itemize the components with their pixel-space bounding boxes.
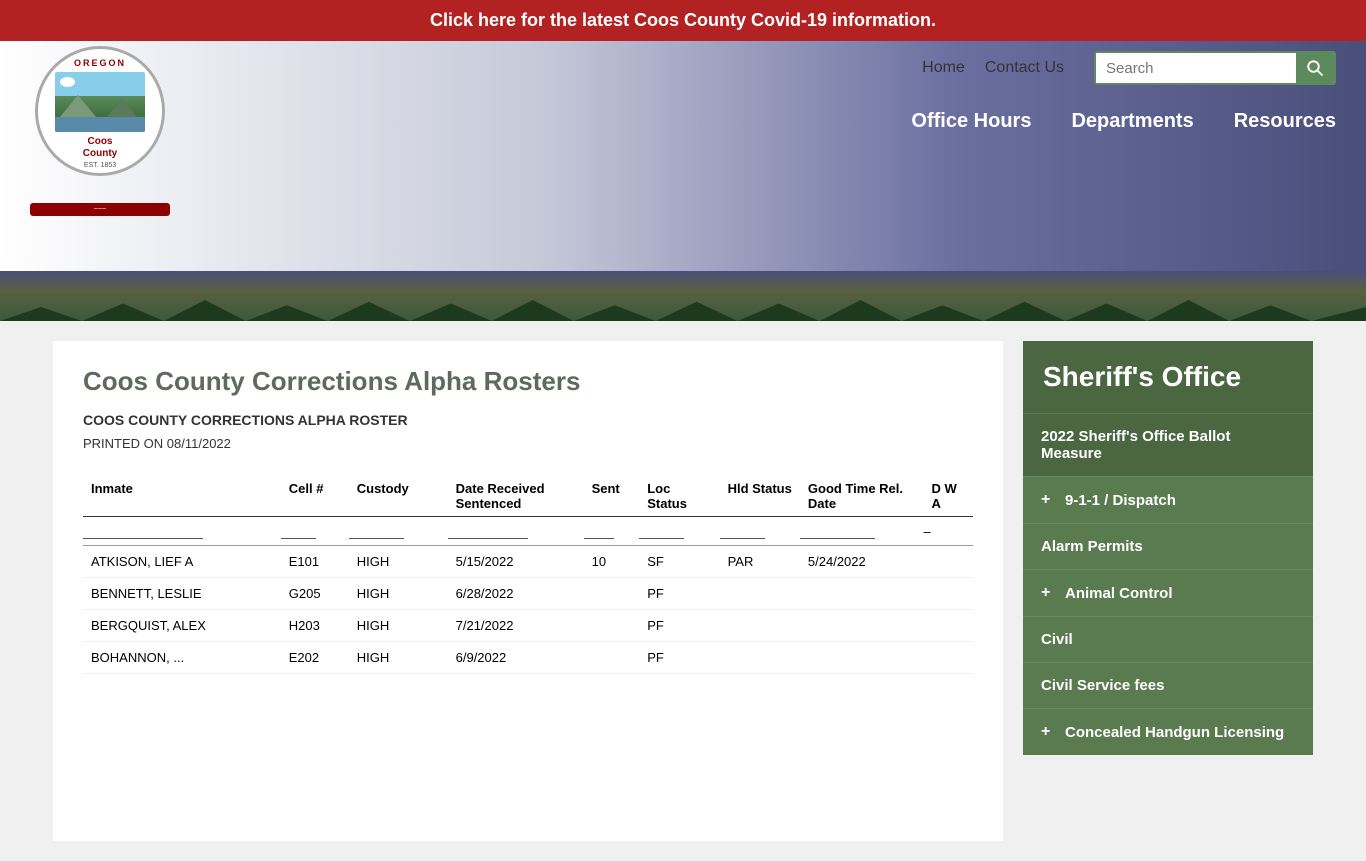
table-cell bbox=[584, 610, 640, 642]
table-cell: PF bbox=[639, 642, 719, 674]
table-row: BERGQUIST, ALEXH203HIGH7/21/2022 PF bbox=[83, 610, 973, 642]
scenic-bar bbox=[0, 271, 1366, 321]
printed-on: PRINTED ON 08/11/2022 bbox=[83, 436, 973, 451]
table-cell: ATKISON, LIEF A bbox=[83, 546, 281, 578]
table-cell bbox=[720, 642, 800, 674]
table-cell: BENNETT, LESLIE bbox=[83, 578, 281, 610]
table-cell bbox=[720, 610, 800, 642]
table-row: BOHANNON, ...E202HIGH6/9/2022 PF bbox=[83, 642, 973, 674]
sidebar-item-4[interactable]: Civil bbox=[1023, 616, 1313, 662]
plus-icon: + bbox=[1041, 723, 1057, 741]
bottom-nav: Office Hours Departments Resources bbox=[30, 95, 1336, 143]
table-row: BENNETT, LESLIEG205HIGH6/28/2022 PF bbox=[83, 578, 973, 610]
table-cell: E101 bbox=[281, 546, 349, 578]
sidebar-item-label: 9-1-1 / Dispatch bbox=[1065, 492, 1176, 509]
logo-est: EST. 1853 bbox=[84, 162, 116, 169]
plus-icon: + bbox=[1041, 584, 1057, 602]
table-cell: 6/28/2022 bbox=[448, 578, 584, 610]
logo-oregon: OREGON bbox=[74, 58, 126, 68]
table-cell bbox=[584, 578, 640, 610]
table-cell bbox=[800, 642, 924, 674]
sidebar-item-label: Animal Control bbox=[1065, 585, 1173, 602]
table-cell bbox=[924, 610, 973, 642]
col-loc: Loc Status bbox=[639, 476, 719, 517]
sidebar-item-6[interactable]: + Concealed Handgun Licensing bbox=[1023, 708, 1313, 755]
sidebar-item-0[interactable]: 2022 Sheriff's Office Ballot Measure bbox=[1023, 413, 1313, 476]
home-link[interactable]: Home bbox=[922, 59, 965, 77]
sidebar-item-label: Alarm Permits bbox=[1041, 538, 1143, 555]
search-container bbox=[1094, 51, 1336, 85]
col-sent: Sent bbox=[584, 476, 640, 517]
table-cell: PF bbox=[639, 610, 719, 642]
col-date: Date Received Sentenced bbox=[448, 476, 584, 517]
table-cell: BERGQUIST, ALEX bbox=[83, 610, 281, 642]
col-cell: Cell # bbox=[281, 476, 349, 517]
sidebar-item-3[interactable]: + Animal Control bbox=[1023, 569, 1313, 616]
table-cell: H203 bbox=[281, 610, 349, 642]
sidebar-item-label: Civil Service fees bbox=[1041, 677, 1164, 694]
search-input[interactable] bbox=[1096, 54, 1296, 83]
sidebar-items: 2022 Sheriff's Office Ballot Measure +9-1… bbox=[1023, 413, 1313, 755]
tree-silhouette bbox=[0, 286, 1366, 321]
sidebar-item-label: 2022 Sheriff's Office Ballot Measure bbox=[1041, 428, 1295, 462]
table-cell: BOHANNON, ... bbox=[83, 642, 281, 674]
sidebar-title: Sheriff's Office bbox=[1023, 341, 1313, 413]
sidebar-item-label: Civil bbox=[1041, 631, 1073, 648]
table-header-row: Inmate Cell # Custody Date Received Sent… bbox=[83, 476, 973, 517]
contact-link[interactable]: Contact Us bbox=[985, 59, 1064, 77]
departments-link[interactable]: Departments bbox=[1071, 110, 1193, 133]
col-custody: Custody bbox=[349, 476, 448, 517]
main-content: Coos County Corrections Alpha Rosters CO… bbox=[23, 321, 1343, 861]
sidebar-item-5[interactable]: Civil Service fees bbox=[1023, 662, 1313, 708]
table-cell: E202 bbox=[281, 642, 349, 674]
table-cell: HIGH bbox=[349, 642, 448, 674]
plus-icon: + bbox=[1041, 491, 1057, 509]
content-area: Coos County Corrections Alpha Rosters CO… bbox=[53, 341, 1003, 841]
table-cell: G205 bbox=[281, 578, 349, 610]
sidebar-item-label: Concealed Handgun Licensing bbox=[1065, 724, 1284, 741]
table-cell: 6/9/2022 bbox=[448, 642, 584, 674]
table-cell: HIGH bbox=[349, 546, 448, 578]
table-cell: PAR bbox=[720, 546, 800, 578]
sidebar: Sheriff's Office 2022 Sheriff's Office B… bbox=[1023, 341, 1313, 841]
sidebar-item-1[interactable]: +9-1-1 / Dispatch bbox=[1023, 476, 1313, 523]
table-cell bbox=[924, 642, 973, 674]
logo-coos-county: CoosCounty bbox=[83, 136, 117, 160]
table-cell bbox=[800, 610, 924, 642]
sidebar-item-2[interactable]: Alarm Permits bbox=[1023, 523, 1313, 569]
search-button[interactable] bbox=[1296, 53, 1334, 83]
search-icon bbox=[1306, 59, 1324, 77]
top-nav: Home Contact Us bbox=[922, 59, 1064, 77]
page-title: Coos County Corrections Alpha Rosters bbox=[83, 366, 973, 397]
covid-banner[interactable]: Click here for the latest Coos County Co… bbox=[0, 0, 1366, 41]
office-hours-link[interactable]: Office Hours bbox=[911, 110, 1031, 133]
table-cell bbox=[924, 546, 973, 578]
table-cell: 7/21/2022 bbox=[448, 610, 584, 642]
table-cell bbox=[720, 578, 800, 610]
table-cell: 5/15/2022 bbox=[448, 546, 584, 578]
table-cell: 5/24/2022 bbox=[800, 546, 924, 578]
table-cell: SF bbox=[639, 546, 719, 578]
logo-area: OREGON CoosCounty EST. 1853 ~~~ bbox=[30, 46, 170, 256]
roster-table: Inmate Cell # Custody Date Received Sent… bbox=[83, 476, 973, 674]
table-cell: HIGH bbox=[349, 610, 448, 642]
roster-subtitle: COOS COUNTY CORRECTIONS ALPHA ROSTER bbox=[83, 412, 973, 428]
table-cell bbox=[800, 578, 924, 610]
header: OREGON CoosCounty EST. 1853 ~~~ Home bbox=[0, 41, 1366, 271]
col-dwa: D W A bbox=[924, 476, 973, 517]
col-inmate: Inmate bbox=[83, 476, 281, 517]
table-cell: HIGH bbox=[349, 578, 448, 610]
table-divider-row: – bbox=[83, 517, 973, 546]
table-row: ATKISON, LIEF AE101HIGH5/15/202210SFPAR5… bbox=[83, 546, 973, 578]
table-cell: 10 bbox=[584, 546, 640, 578]
resources-link[interactable]: Resources bbox=[1234, 110, 1336, 133]
col-good-time: Good Time Rel. Date bbox=[800, 476, 924, 517]
col-hld: Hld Status bbox=[720, 476, 800, 517]
table-cell bbox=[924, 578, 973, 610]
table-cell: PF bbox=[639, 578, 719, 610]
table-cell bbox=[584, 642, 640, 674]
